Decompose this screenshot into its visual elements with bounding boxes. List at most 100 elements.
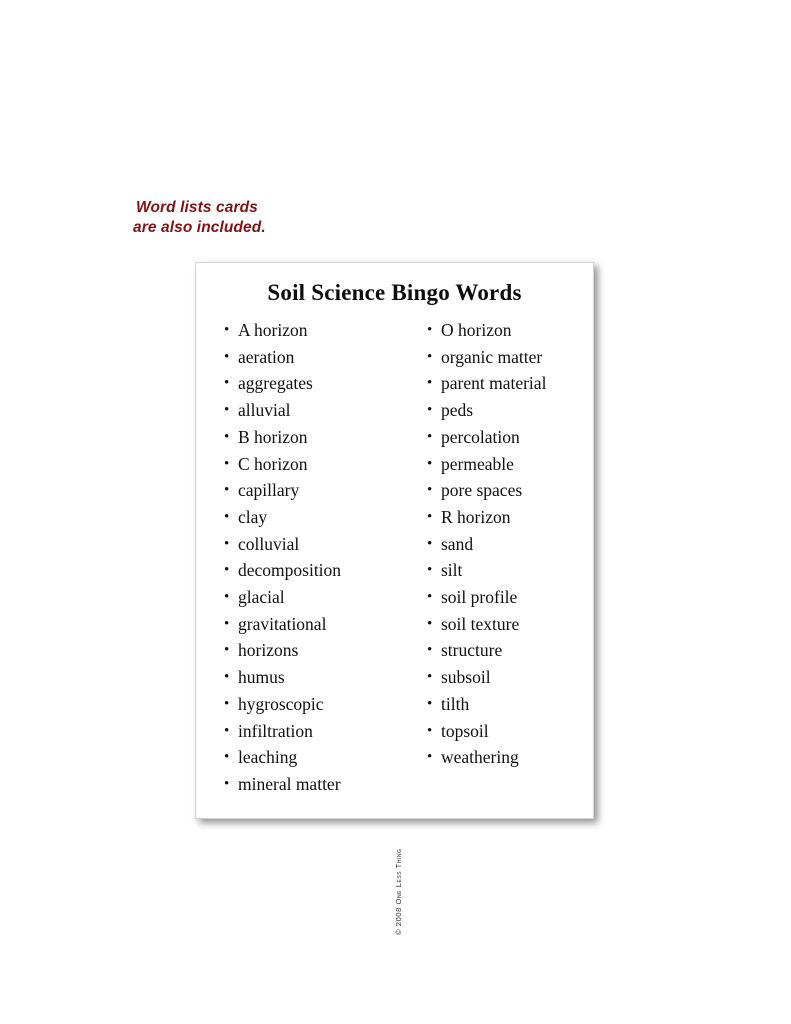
word-label: percolation bbox=[441, 426, 520, 447]
word-list-item: • organic matter bbox=[423, 344, 593, 371]
bullet-icon: • bbox=[427, 669, 433, 686]
word-label: pore spaces bbox=[441, 480, 523, 501]
bullet-icon: • bbox=[224, 455, 230, 472]
bullet-icon: • bbox=[427, 482, 433, 499]
word-list-item: • clay bbox=[220, 504, 416, 531]
word-list-item: • decomposition bbox=[220, 557, 416, 584]
word-label: B horizon bbox=[238, 426, 308, 447]
word-label: organic matter bbox=[441, 346, 543, 367]
word-list-item: • infiltration bbox=[220, 718, 416, 745]
word-label: infiltration bbox=[238, 720, 313, 741]
word-label: A horizon bbox=[238, 320, 308, 340]
word-list-item: • hygroscopic bbox=[220, 691, 416, 718]
word-list-item: • topsoil bbox=[423, 718, 593, 745]
word-list-item: • leaching bbox=[220, 744, 416, 771]
word-list-item: • glacial bbox=[220, 584, 416, 611]
word-label: peds bbox=[441, 400, 474, 421]
bullet-icon: • bbox=[224, 428, 230, 445]
word-list-item: • sand bbox=[423, 531, 593, 558]
word-label: decomposition bbox=[238, 560, 342, 581]
bullet-icon: • bbox=[427, 402, 433, 419]
word-label: soil profile bbox=[441, 587, 518, 608]
bullet-icon: • bbox=[224, 482, 230, 499]
bullet-icon: • bbox=[224, 775, 230, 792]
bullet-icon: • bbox=[224, 535, 230, 552]
word-label: weathering bbox=[441, 747, 519, 768]
bullet-icon: • bbox=[224, 375, 230, 392]
word-list-item: • mineral matter bbox=[220, 771, 416, 798]
word-columns: • A horizon • aeration • aggregates • alluvial •… bbox=[196, 317, 593, 798]
word-label: colluvial bbox=[238, 533, 300, 554]
word-list-item: • pore spaces bbox=[423, 477, 593, 504]
bullet-icon: • bbox=[427, 455, 433, 472]
word-column-right: • O horizon • organic matter • parent materia… bbox=[423, 317, 593, 798]
bullet-icon: • bbox=[224, 322, 230, 338]
word-label: structure bbox=[441, 640, 503, 661]
bullet-icon: • bbox=[224, 402, 230, 419]
word-list-item: • subsoil bbox=[423, 664, 593, 691]
bullet-icon: • bbox=[224, 508, 230, 525]
bullet-icon: • bbox=[224, 695, 230, 712]
bullet-icon: • bbox=[427, 695, 433, 712]
word-label: clay bbox=[238, 506, 268, 527]
word-list-item: • aeration bbox=[220, 344, 416, 371]
bullet-icon: • bbox=[427, 562, 433, 579]
bullet-icon: • bbox=[427, 615, 433, 632]
word-label: gravitational bbox=[238, 613, 327, 634]
word-list-item: • silt bbox=[423, 557, 593, 584]
bullet-icon: • bbox=[224, 642, 230, 659]
word-list-item: • weathering bbox=[423, 744, 593, 771]
word-label: hygroscopic bbox=[238, 693, 324, 714]
word-label: topsoil bbox=[441, 720, 489, 741]
word-list-item: • tilth bbox=[423, 691, 593, 718]
bullet-icon: • bbox=[427, 535, 433, 552]
word-label: alluvial bbox=[238, 400, 291, 421]
word-label: aggregates bbox=[238, 373, 313, 394]
bullet-icon: • bbox=[224, 562, 230, 579]
word-label: R horizon bbox=[441, 506, 511, 527]
word-label: O horizon bbox=[441, 320, 512, 340]
word-label: sand bbox=[441, 533, 474, 554]
bullet-icon: • bbox=[427, 508, 433, 525]
bullet-icon: • bbox=[427, 348, 433, 365]
word-label: parent material bbox=[441, 373, 547, 394]
bullet-icon: • bbox=[427, 722, 433, 739]
word-label: horizons bbox=[238, 640, 299, 661]
word-list-item: • gravitational bbox=[220, 611, 416, 638]
word-list-item: • peds bbox=[423, 397, 593, 424]
word-label: soil texture bbox=[441, 613, 520, 634]
bullet-icon: • bbox=[427, 589, 433, 606]
word-list-item: • soil texture bbox=[423, 611, 593, 638]
word-label: tilth bbox=[441, 693, 470, 714]
word-list-item: • aggregates bbox=[220, 370, 416, 397]
word-column-left: • A horizon • aeration • aggregates • alluvial •… bbox=[220, 317, 416, 798]
bullet-icon: • bbox=[224, 669, 230, 686]
word-list-item: • parent material bbox=[423, 370, 593, 397]
annotation-line-1: Word lists cards bbox=[136, 199, 258, 216]
bullet-icon: • bbox=[224, 348, 230, 365]
word-label: subsoil bbox=[441, 667, 491, 688]
word-list-item: • colluvial bbox=[220, 531, 416, 558]
word-list-item: • alluvial bbox=[220, 397, 416, 424]
annotation-line-2: are also included. bbox=[133, 219, 266, 236]
bullet-icon: • bbox=[224, 615, 230, 632]
word-label: capillary bbox=[238, 480, 300, 501]
word-list-item: • R horizon bbox=[423, 504, 593, 531]
word-list-item: • B horizon bbox=[220, 424, 416, 451]
bullet-icon: • bbox=[427, 749, 433, 766]
bullet-icon: • bbox=[427, 428, 433, 445]
card-title: Soil Science Bingo Words bbox=[267, 280, 522, 305]
word-label: glacial bbox=[238, 587, 285, 608]
word-list-item: • capillary bbox=[220, 477, 416, 504]
word-list-item: • C horizon bbox=[220, 451, 416, 478]
word-list-item: • structure bbox=[423, 637, 593, 664]
word-label: mineral matter bbox=[238, 773, 341, 794]
bingo-word-list-card: Soil Science Bingo Words • A horizon • aera… bbox=[195, 262, 594, 935]
word-label: leaching bbox=[238, 747, 298, 768]
bullet-icon: • bbox=[427, 375, 433, 392]
annotation-note: Word lists cards are also included. bbox=[133, 198, 433, 238]
word-list-item: • soil profile bbox=[423, 584, 593, 611]
bullet-icon: • bbox=[224, 589, 230, 606]
word-label: aeration bbox=[238, 346, 295, 367]
bullet-icon: • bbox=[224, 722, 230, 739]
